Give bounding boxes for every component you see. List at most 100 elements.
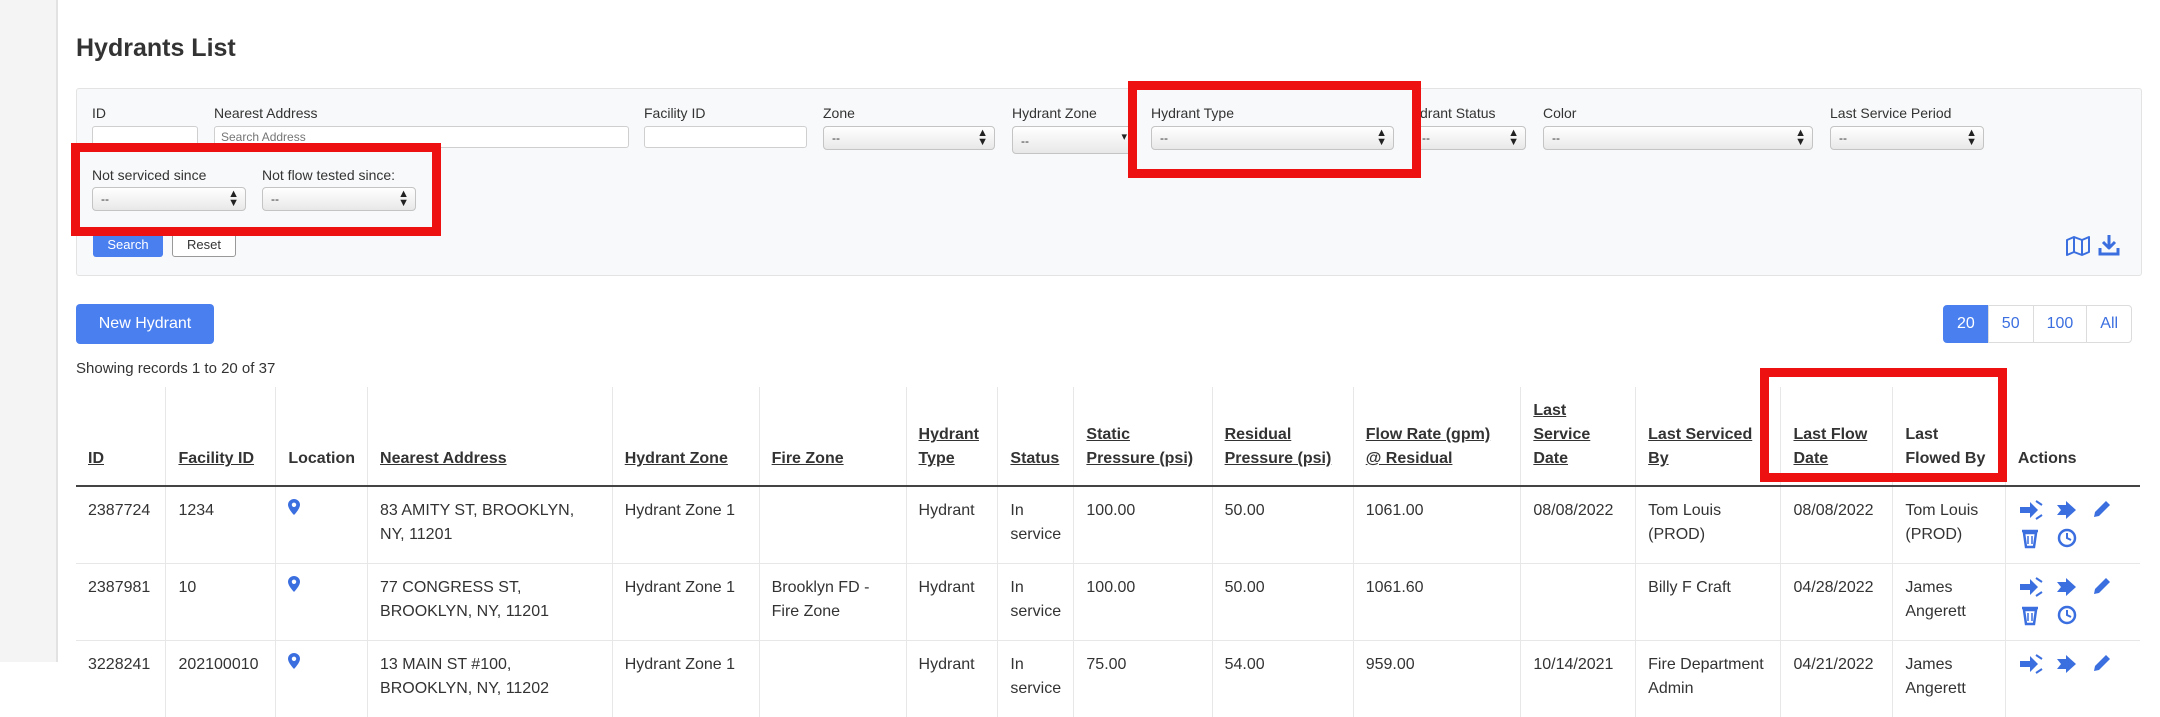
cell-residual-pressure: 50.00 [1212, 486, 1353, 564]
hydrant-type-label: Hydrant Type [1151, 105, 1234, 121]
column-header-id[interactable]: ID [76, 387, 166, 486]
last-service-period-select[interactable]: --▲▼ [1830, 126, 1984, 150]
records-count: Showing records 1 to 20 of 37 [76, 360, 275, 377]
zone-select-value: -- [832, 131, 840, 145]
cell-id: 2387981 [76, 564, 166, 641]
hydrant-zone-select[interactable]: -- ▾ [1012, 126, 1134, 154]
delete-icon[interactable] [2018, 527, 2044, 549]
cell-hydrant-type: Hydrant [906, 641, 998, 717]
cell-residual-pressure: 54.00 [1212, 641, 1353, 717]
cell-id: 3228241 [76, 641, 166, 717]
column-header-flow-rate[interactable]: Flow Rate (gpm) @ Residual [1353, 387, 1521, 486]
cell-status: In service [998, 564, 1074, 641]
cell-last-serviced-by: Fire Department Admin [1636, 641, 1781, 717]
column-header-static-pressure[interactable]: Static Pressure (psi) [1074, 387, 1212, 486]
table-row: 2387981 10 77 CONGRESS ST, BROOKLYN, NY,… [76, 564, 2140, 641]
column-header-last-serviced-by[interactable]: Last Serviced By [1636, 387, 1781, 486]
cell-hydrant-zone: Hydrant Zone 1 [612, 486, 759, 564]
table-row: 2387724 1234 83 AMITY ST, BROOKLYN, NY, … [76, 486, 2140, 564]
nearest-address-label: Nearest Address [214, 105, 318, 121]
column-header-facility-id[interactable]: Facility ID [166, 387, 276, 486]
column-header-hydrant-type[interactable]: Hydrant Type [906, 387, 998, 486]
flow-test-icon[interactable] [2054, 576, 2080, 598]
cell-last-flowed-by: Tom Louis (PROD) [1893, 486, 2006, 564]
facility-id-label: Facility ID [644, 105, 705, 121]
edit-icon[interactable] [2090, 576, 2116, 598]
cell-fire-zone [759, 486, 906, 564]
flow-test-icon[interactable] [2054, 499, 2080, 521]
color-label: Color [1543, 105, 1576, 121]
hydrant-zone-select-value: -- [1021, 134, 1029, 148]
select-arrows-icon: ▲▼ [1966, 129, 1977, 147]
select-arrows-icon: ▲▼ [398, 190, 409, 208]
service-icon[interactable] [2018, 653, 2044, 675]
column-header-nearest-address[interactable]: Nearest Address [368, 387, 613, 486]
column-header-hydrant-zone[interactable]: Hydrant Zone [612, 387, 759, 486]
color-select[interactable]: --▲▼ [1543, 126, 1813, 150]
cell-residual-pressure: 50.00 [1212, 564, 1353, 641]
map-pin-icon[interactable] [288, 499, 300, 515]
column-header-last-service-date[interactable]: Last Service Date [1521, 387, 1636, 486]
facility-id-input[interactable] [644, 126, 807, 148]
nearest-address-input[interactable] [214, 126, 629, 148]
cell-hydrant-type: Hydrant [906, 564, 998, 641]
hydrants-table: ID Facility ID Location Nearest Address … [76, 387, 2140, 717]
hydrant-zone-label: Hydrant Zone [1012, 105, 1097, 121]
column-header-residual-pressure[interactable]: Residual Pressure (psi) [1212, 387, 1353, 486]
last-service-period-label: Last Service Period [1830, 105, 1951, 121]
cell-facility-id: 10 [166, 564, 276, 641]
page-size-all[interactable]: All [2086, 305, 2132, 343]
hydrant-type-select[interactable]: -- ▲▼ [1151, 126, 1394, 150]
page-size-50[interactable]: 50 [1988, 305, 2034, 343]
cell-actions [2005, 564, 2140, 641]
select-arrows-icon: ▲▼ [1795, 129, 1806, 147]
cell-flow-rate: 959.00 [1353, 641, 1521, 717]
column-header-last-flow-date[interactable]: Last Flow Date [1781, 387, 1893, 486]
not-serviced-since-select[interactable]: --▲▼ [92, 187, 246, 211]
id-filter-input[interactable] [92, 126, 198, 148]
map-icon[interactable] [2066, 236, 2090, 256]
zone-select[interactable]: --▲▼ [823, 126, 995, 150]
column-header-status[interactable]: Status [998, 387, 1074, 486]
select-arrows-icon: ▲▼ [1376, 129, 1387, 147]
hydrant-type-select-value: -- [1160, 131, 1168, 145]
column-header-location: Location [276, 387, 368, 486]
history-icon[interactable] [2054, 527, 2080, 549]
column-header-fire-zone[interactable]: Fire Zone [759, 387, 906, 486]
flow-test-icon[interactable] [2054, 653, 2080, 675]
cell-location [276, 564, 368, 641]
edit-icon[interactable] [2090, 499, 2116, 521]
cell-location [276, 486, 368, 564]
page-size-100[interactable]: 100 [2033, 305, 2088, 343]
page-size-20[interactable]: 20 [1943, 305, 1989, 343]
chevron-down-icon: ▾ [1121, 133, 1127, 142]
cell-nearest-address: 77 CONGRESS ST, BROOKLYN, NY, 11201 [368, 564, 613, 641]
history-icon[interactable] [2054, 604, 2080, 626]
cell-last-serviced-by: Tom Louis (PROD) [1636, 486, 1781, 564]
search-button[interactable]: Search [93, 231, 163, 257]
cell-hydrant-type: Hydrant [906, 486, 998, 564]
page-size-selector: 20 50 100 All [1944, 305, 2132, 343]
left-sidebar [0, 0, 58, 662]
cell-last-service-date: 10/14/2021 [1521, 641, 1636, 717]
hydrant-status-select[interactable]: --▲▼ [1413, 126, 1526, 150]
map-pin-icon[interactable] [288, 576, 300, 592]
service-icon[interactable] [2018, 576, 2044, 598]
cell-status: In service [998, 486, 1074, 564]
service-icon[interactable] [2018, 499, 2044, 521]
cell-last-service-date [1521, 564, 1636, 641]
edit-icon[interactable] [2090, 653, 2116, 675]
cell-location [276, 641, 368, 717]
select-arrows-icon: ▲▼ [228, 190, 239, 208]
map-pin-icon[interactable] [288, 653, 300, 669]
cell-last-serviced-by: Billy F Craft [1636, 564, 1781, 641]
download-icon[interactable] [2098, 234, 2120, 256]
cell-flow-rate: 1061.00 [1353, 486, 1521, 564]
cell-last-service-date: 08/08/2022 [1521, 486, 1636, 564]
delete-icon[interactable] [2018, 604, 2044, 626]
cell-id: 2387724 [76, 486, 166, 564]
not-flow-tested-since-select[interactable]: --▲▼ [262, 187, 416, 211]
new-hydrant-button[interactable]: New Hydrant [76, 304, 214, 344]
cell-nearest-address: 83 AMITY ST, BROOKLYN, NY, 11201 [368, 486, 613, 564]
reset-button[interactable]: Reset [172, 231, 236, 257]
